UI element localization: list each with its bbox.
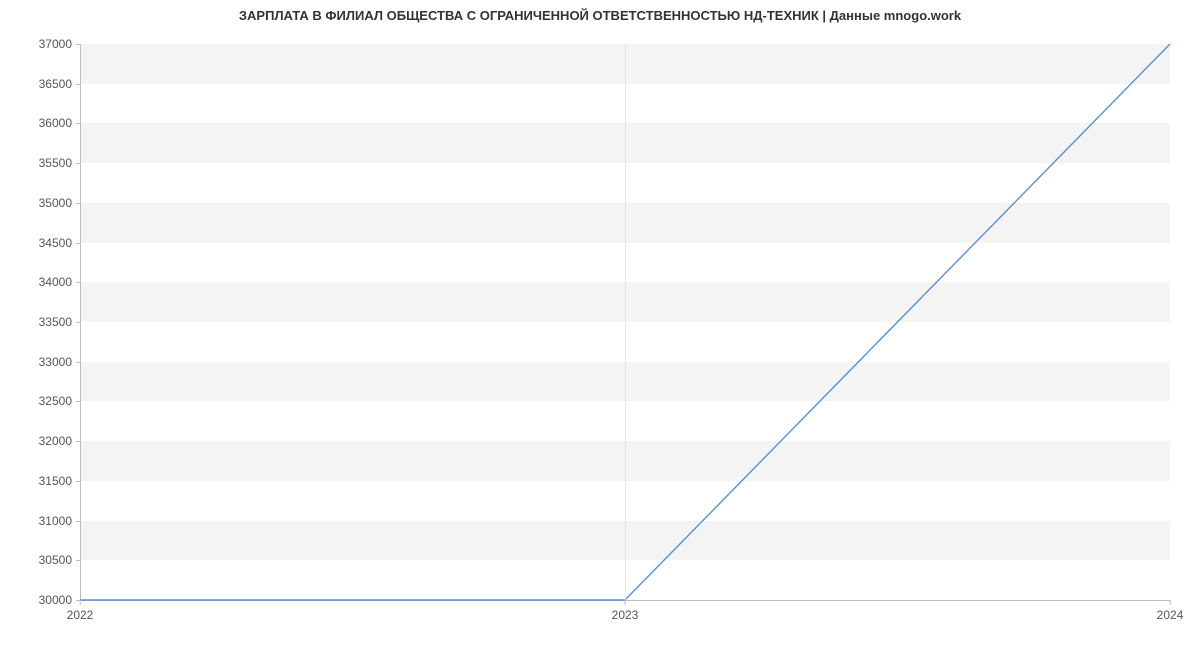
y-tick-label: 33000 (39, 355, 80, 369)
y-tick-label: 37000 (39, 37, 80, 51)
y-tick-label: 30000 (39, 593, 80, 607)
chart-container: ЗАРПЛАТА В ФИЛИАЛ ОБЩЕСТВА С ОГРАНИЧЕННО… (0, 0, 1200, 650)
grid-vertical (625, 44, 626, 600)
y-tick-label: 32500 (39, 394, 80, 408)
x-tick-label: 2023 (612, 600, 639, 622)
plot-area: 2022202320243000030500310003150032000325… (80, 44, 1170, 601)
x-tick-label: 2024 (1157, 600, 1184, 622)
y-tick-label: 35500 (39, 156, 80, 170)
y-tick-label: 30500 (39, 553, 80, 567)
y-tick-label: 31500 (39, 474, 80, 488)
y-tick-label: 36500 (39, 77, 80, 91)
chart-title: ЗАРПЛАТА В ФИЛИАЛ ОБЩЕСТВА С ОГРАНИЧЕННО… (0, 8, 1200, 23)
y-tick-label: 34500 (39, 236, 80, 250)
y-tick-label: 31000 (39, 514, 80, 528)
y-tick-label: 33500 (39, 315, 80, 329)
y-tick-label: 34000 (39, 275, 80, 289)
y-tick-label: 35000 (39, 196, 80, 210)
y-tick-label: 36000 (39, 116, 80, 130)
y-tick-label: 32000 (39, 434, 80, 448)
